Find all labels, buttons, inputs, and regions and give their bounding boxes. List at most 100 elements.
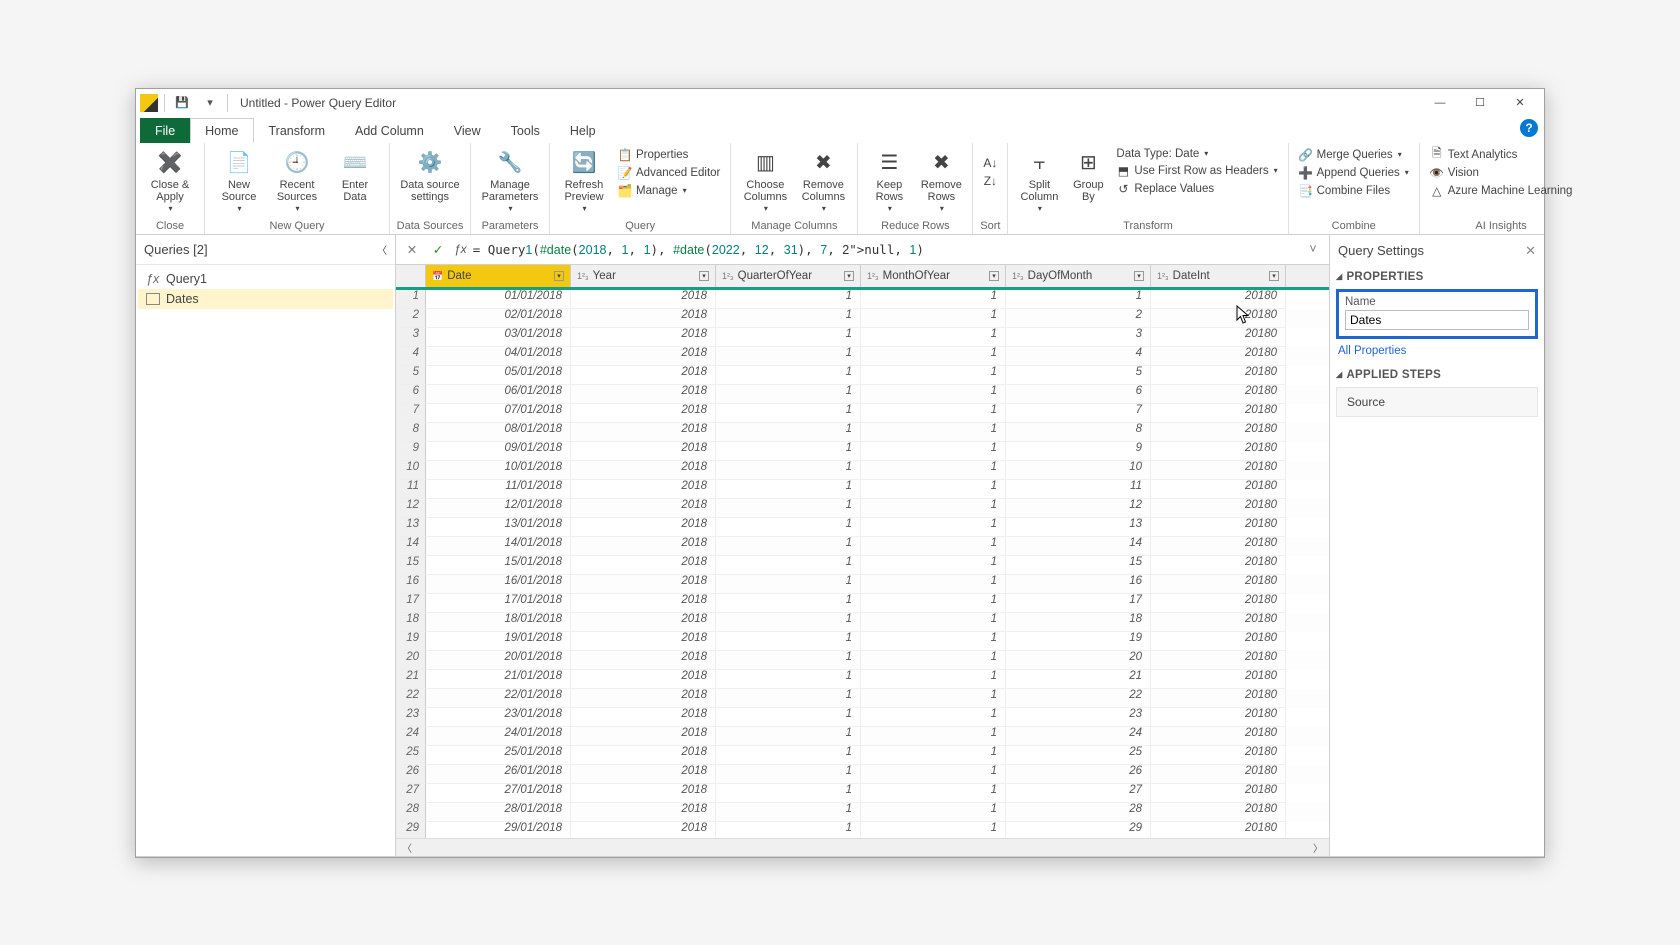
manage-button[interactable]: 🗂️Manage ▾: [614, 183, 724, 199]
row-number[interactable]: 6: [396, 385, 426, 404]
data-type-button[interactable]: Data Type: Date ▾: [1112, 147, 1281, 161]
cell[interactable]: 8: [1006, 423, 1151, 442]
table-row[interactable]: 808/01/2018201811820180: [396, 423, 1329, 442]
column-header-dayofmonth[interactable]: 1²₃DayOfMonth▾: [1006, 265, 1151, 287]
row-number[interactable]: 9: [396, 442, 426, 461]
cell[interactable]: 1: [861, 556, 1006, 575]
row-number[interactable]: 1: [396, 290, 426, 309]
cell[interactable]: 2018: [571, 423, 716, 442]
cell[interactable]: 7: [1006, 404, 1151, 423]
cell[interactable]: 26: [1006, 765, 1151, 784]
table-row[interactable]: 1717/01/20182018111720180: [396, 594, 1329, 613]
cell[interactable]: 20/01/2018: [426, 651, 571, 670]
cell[interactable]: 13/01/2018: [426, 518, 571, 537]
cell[interactable]: 2: [1006, 309, 1151, 328]
cell[interactable]: 26/01/2018: [426, 765, 571, 784]
expand-formula-button[interactable]: ˅: [1303, 239, 1323, 259]
cell[interactable]: 20180: [1151, 746, 1286, 765]
cell[interactable]: 22: [1006, 689, 1151, 708]
cell[interactable]: 2018: [571, 499, 716, 518]
append-queries-button[interactable]: ➕Append Queries ▾: [1295, 165, 1413, 181]
table-row[interactable]: 1414/01/20182018111420180: [396, 537, 1329, 556]
cell[interactable]: 20180: [1151, 689, 1286, 708]
cell[interactable]: 20180: [1151, 366, 1286, 385]
cell[interactable]: 1: [716, 404, 861, 423]
text-analytics-button[interactable]: 🗎Text Analytics: [1426, 147, 1577, 163]
row-number[interactable]: 28: [396, 803, 426, 822]
cell[interactable]: 20180: [1151, 594, 1286, 613]
cell[interactable]: 16: [1006, 575, 1151, 594]
cell[interactable]: 15: [1006, 556, 1151, 575]
applied-step-source[interactable]: Source: [1345, 392, 1529, 412]
cell[interactable]: 2018: [571, 670, 716, 689]
cell[interactable]: 10/01/2018: [426, 461, 571, 480]
row-number[interactable]: 26: [396, 765, 426, 784]
cell[interactable]: 2018: [571, 480, 716, 499]
cell[interactable]: 28: [1006, 803, 1151, 822]
column-header-quarterofyear[interactable]: 1²₃QuarterOfYear▾: [716, 265, 861, 287]
cell[interactable]: 18: [1006, 613, 1151, 632]
table-row[interactable]: 909/01/2018201811920180: [396, 442, 1329, 461]
row-number[interactable]: 21: [396, 670, 426, 689]
cell[interactable]: 1: [716, 670, 861, 689]
cell[interactable]: 12/01/2018: [426, 499, 571, 518]
table-row[interactable]: 202/01/2018201811220180: [396, 309, 1329, 328]
cell[interactable]: 1: [716, 632, 861, 651]
column-header-monthofyear[interactable]: 1²₃MonthOfYear▾: [861, 265, 1006, 287]
row-number[interactable]: 13: [396, 518, 426, 537]
cell[interactable]: 20: [1006, 651, 1151, 670]
save-icon[interactable]: 💾: [171, 93, 193, 113]
all-properties-link[interactable]: All Properties: [1336, 345, 1538, 357]
vision-button[interactable]: 👁️Vision: [1426, 165, 1577, 181]
table-row[interactable]: 1313/01/20182018111320180: [396, 518, 1329, 537]
cell[interactable]: 1: [861, 442, 1006, 461]
cell[interactable]: 1: [861, 366, 1006, 385]
cell[interactable]: 2018: [571, 385, 716, 404]
cell[interactable]: 2018: [571, 613, 716, 632]
cell[interactable]: 1: [861, 347, 1006, 366]
column-filter-icon[interactable]: ▾: [554, 271, 564, 281]
row-number[interactable]: 22: [396, 689, 426, 708]
cell[interactable]: 1: [861, 404, 1006, 423]
cell[interactable]: 2018: [571, 689, 716, 708]
cell[interactable]: 2018: [571, 784, 716, 803]
tab-tools[interactable]: Tools: [496, 118, 555, 143]
table-row[interactable]: 101/01/2018201811120180: [396, 290, 1329, 309]
row-number[interactable]: 10: [396, 461, 426, 480]
cell[interactable]: 08/01/2018: [426, 423, 571, 442]
cell[interactable]: 23: [1006, 708, 1151, 727]
cell[interactable]: 11: [1006, 480, 1151, 499]
commit-formula-button[interactable]: ✓: [428, 239, 448, 259]
fx-icon[interactable]: ƒx: [454, 242, 467, 256]
cell[interactable]: 20180: [1151, 423, 1286, 442]
help-icon[interactable]: ?: [1520, 119, 1538, 137]
cell[interactable]: 9: [1006, 442, 1151, 461]
table-row[interactable]: 303/01/2018201811320180: [396, 328, 1329, 347]
table-row[interactable]: 2626/01/20182018112620180: [396, 765, 1329, 784]
table-row[interactable]: 707/01/2018201811720180: [396, 404, 1329, 423]
cell[interactable]: 09/01/2018: [426, 442, 571, 461]
cell[interactable]: 1: [716, 461, 861, 480]
cell[interactable]: 1: [861, 594, 1006, 613]
table-row[interactable]: 2727/01/20182018112720180: [396, 784, 1329, 803]
cell[interactable]: 20180: [1151, 309, 1286, 328]
maximize-button[interactable]: ☐: [1460, 92, 1500, 114]
collapse-queries-icon[interactable]: 〈: [377, 242, 387, 257]
cell[interactable]: 20180: [1151, 556, 1286, 575]
table-row[interactable]: 2828/01/20182018112820180: [396, 803, 1329, 822]
cell[interactable]: 13: [1006, 518, 1151, 537]
group-by-button[interactable]: ⊞GroupBy: [1066, 145, 1110, 215]
cell[interactable]: 1: [716, 765, 861, 784]
cell[interactable]: 1: [716, 594, 861, 613]
cell[interactable]: 2018: [571, 366, 716, 385]
cell[interactable]: 07/01/2018: [426, 404, 571, 423]
cell[interactable]: 14/01/2018: [426, 537, 571, 556]
qat-dropdown[interactable]: ▾: [199, 93, 221, 113]
cell[interactable]: 1: [861, 309, 1006, 328]
cell[interactable]: 28/01/2018: [426, 803, 571, 822]
cell[interactable]: 2018: [571, 518, 716, 537]
cell[interactable]: 20180: [1151, 290, 1286, 309]
formula-input[interactable]: = Query1(#date(2018, 1, 1), #date(2022, …: [473, 242, 1297, 257]
cell[interactable]: 20180: [1151, 328, 1286, 347]
row-number[interactable]: 17: [396, 594, 426, 613]
